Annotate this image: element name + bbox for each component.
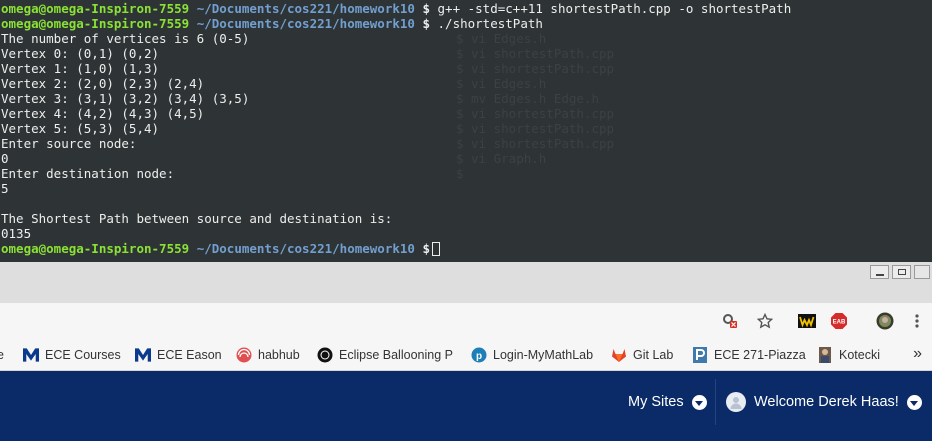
prompt-symbol: $ — [422, 1, 430, 16]
bookmark-eclipse-ballooning[interactable]: Eclipse Ballooning P — [317, 346, 453, 364]
terminal-cursor — [432, 242, 440, 256]
bookmark-ece-courses[interactable]: ECE Courses — [23, 346, 121, 364]
bookmark-label: e — [0, 348, 4, 362]
chevron-down-icon — [691, 394, 707, 410]
bookmark-habhub[interactable]: habhub — [236, 346, 300, 364]
kotecki-icon — [817, 347, 833, 363]
umaine-m-icon — [23, 347, 39, 363]
svg-text:p: p — [476, 351, 482, 362]
browser-toolbar: EAB — [0, 303, 932, 339]
extension-monkey-icon[interactable] — [876, 312, 894, 330]
gitlab-icon — [611, 347, 627, 363]
habhub-icon — [236, 347, 252, 363]
key-blocked-icon[interactable] — [721, 313, 739, 329]
output-line: Enter source node: — [1, 136, 137, 151]
site-header-bar: My Sites Welcome Derek Haas! — [0, 371, 932, 441]
prompt-user: omega@omega-Inspiron-7559 — [1, 16, 190, 31]
command-text: g++ -std=c++11 shortestPath.cpp -o short… — [437, 1, 792, 16]
chevron-down-icon — [906, 394, 922, 410]
bookmark-ece-eason[interactable]: ECE Eason — [135, 346, 222, 364]
my-sites-menu[interactable]: My Sites — [628, 385, 707, 419]
bookmark-kotecki[interactable]: Kotecki — [817, 346, 880, 364]
star-icon[interactable] — [756, 313, 774, 329]
close-button[interactable] — [914, 265, 930, 279]
bookmark-gitlab[interactable]: Git Lab — [611, 346, 673, 364]
minimize-button[interactable] — [870, 265, 889, 279]
output-line: Vertex 4: (4,2) (4,3) (4,5) — [1, 106, 205, 121]
prompt-symbol: $ — [422, 241, 430, 256]
prompt-symbol: $ — [422, 16, 430, 31]
prompt-path: ~/Documents/cos221/homework10 — [196, 16, 415, 31]
output-line: 0135 — [1, 226, 32, 241]
terminal-window[interactable]: $ vi Edges.h $ vi shortestPath.cpp $ vi … — [0, 0, 932, 262]
bookmark-label: ECE 271-Piazza — [714, 348, 806, 362]
umaine-m-icon — [135, 347, 151, 363]
output-line: Vertex 1: (1,0) (1,3) — [1, 61, 160, 76]
terminal-line-prompt[interactable]: omega@omega-Inspiron-7559 ~/Documents/co… — [1, 241, 791, 256]
bookmarks-bar: e ECE Courses ECE Eason habhub Eclipse B… — [0, 339, 932, 371]
output-line: Vertex 3: (3,1) (3,2) (3,4) (3,5) — [1, 91, 250, 106]
welcome-label: Welcome Derek Haas! — [754, 394, 899, 410]
prompt-path: ~/Documents/cos221/homework10 — [196, 241, 415, 256]
avatar — [726, 392, 746, 412]
prompt-path: ~/Documents/cos221/homework10 — [196, 1, 415, 16]
pearson-icon: p — [471, 347, 487, 363]
output-line: The number of vertices is 6 (0-5) — [1, 31, 250, 46]
output-line: The Shortest Path between source and des… — [1, 211, 393, 226]
prompt-user: omega@omega-Inspiron-7559 — [1, 1, 190, 16]
bookmark-truncated[interactable]: e — [0, 346, 4, 364]
output-line: 5 — [1, 181, 9, 196]
output-line: Vertex 5: (5,3) (5,4) — [1, 121, 160, 136]
my-sites-label: My Sites — [628, 394, 684, 410]
menu-icon[interactable] — [908, 313, 926, 329]
bookmarks-overflow-button[interactable]: » — [913, 345, 922, 363]
bookmark-label: ECE Eason — [157, 348, 222, 362]
terminal-line-compile: omega@omega-Inspiron-7559 ~/Documents/co… — [1, 1, 791, 16]
bookmark-label: ECE Courses — [45, 348, 121, 362]
browser-titlebar[interactable] — [0, 262, 932, 303]
bookmark-mymathlab[interactable]: p Login-MyMathLab — [471, 346, 593, 364]
bookmark-label: Kotecki — [839, 348, 880, 362]
eab-badge-text: EAB — [833, 320, 846, 326]
eclipse-icon — [317, 347, 333, 363]
maximize-icon — [897, 269, 906, 275]
bookmark-ece-271-piazza[interactable]: ECE 271-Piazza — [692, 346, 806, 364]
bookmark-label: Eclipse Ballooning P — [339, 348, 453, 362]
maximize-button[interactable] — [892, 265, 911, 279]
bookmark-label: habhub — [258, 348, 300, 362]
header-divider — [715, 379, 716, 425]
extension-w-icon[interactable] — [798, 313, 816, 329]
piazza-icon — [692, 347, 708, 363]
user-menu[interactable]: Welcome Derek Haas! — [726, 385, 922, 419]
output-line: 0 — [1, 151, 9, 166]
output-line: Enter destination node: — [1, 166, 175, 181]
command-text: ./shortestPath — [437, 16, 543, 31]
terminal-line-run: omega@omega-Inspiron-7559 ~/Documents/co… — [1, 16, 791, 31]
output-line: Vertex 2: (2,0) (2,3) (2,4) — [1, 76, 205, 91]
bookmark-label: Git Lab — [633, 348, 674, 362]
prompt-user: omega@omega-Inspiron-7559 — [1, 241, 190, 256]
output-line: Vertex 0: (0,1) (0,2) — [1, 46, 160, 61]
extension-eab-icon[interactable]: EAB — [830, 313, 848, 329]
bookmark-label: Login-MyMathLab — [493, 348, 594, 362]
minimize-icon — [875, 273, 884, 276]
browser-window: EAB e ECE Courses ECE Eason habhub Eclip… — [0, 262, 932, 441]
